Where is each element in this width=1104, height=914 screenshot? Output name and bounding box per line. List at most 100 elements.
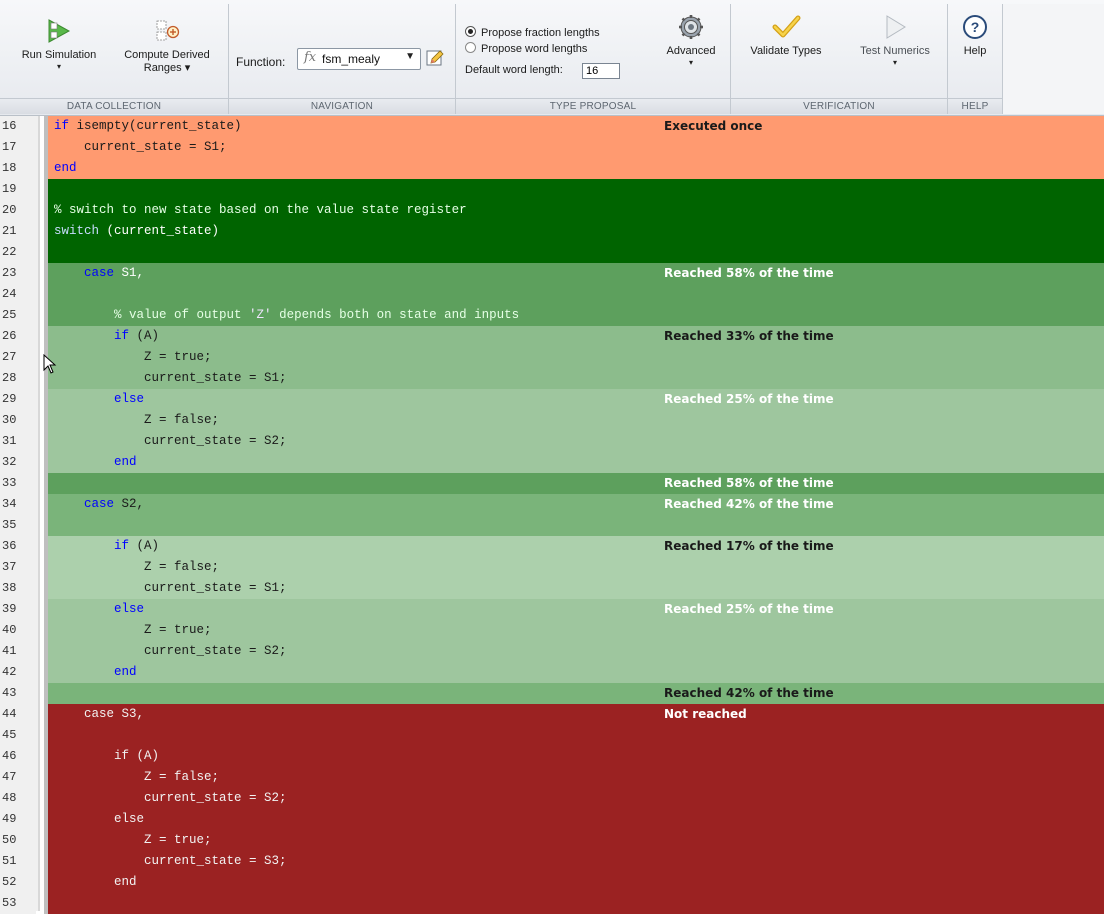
code-token: end bbox=[54, 161, 77, 175]
code-text: end bbox=[48, 872, 1104, 893]
function-select[interactable]: fx fsm_mealy ▼ bbox=[297, 48, 421, 70]
line-number: 42 bbox=[0, 662, 36, 683]
code-text: current_state = S3; bbox=[48, 851, 1104, 872]
code-line[interactable]: 31 current_state = S2; bbox=[0, 431, 1104, 452]
code-token: end bbox=[114, 875, 137, 889]
validate-types-button[interactable]: Validate Types bbox=[740, 14, 832, 58]
code-line[interactable]: 52 end bbox=[0, 872, 1104, 893]
test-numerics-button[interactable]: Test Numerics ▾ bbox=[847, 14, 943, 67]
code-text: end bbox=[48, 452, 1104, 473]
code-line[interactable]: 19 bbox=[0, 179, 1104, 200]
code-line[interactable]: 24 bbox=[0, 284, 1104, 305]
advanced-button[interactable]: Advanced ▾ bbox=[655, 14, 727, 67]
code-line[interactable]: 36 if (A) Reached 17% of the time bbox=[0, 536, 1104, 557]
code-line[interactable]: 29 else Reached 25% of the time bbox=[0, 389, 1104, 410]
line-number: 29 bbox=[0, 389, 36, 410]
radio-propose-word[interactable]: Propose word lengths bbox=[465, 42, 587, 55]
code-token: else bbox=[114, 392, 145, 406]
code-editor[interactable]: 16 if isempty(current_state) Executed once… bbox=[0, 116, 1104, 914]
code-line[interactable]: 22 bbox=[0, 242, 1104, 263]
coverage-annotation: Reached 25% of the time bbox=[664, 602, 834, 616]
code-line[interactable]: 34 case S2, Reached 42% of the time bbox=[0, 494, 1104, 515]
code-line[interactable]: 46 if (A) bbox=[0, 746, 1104, 767]
help-button[interactable]: ? Help bbox=[952, 14, 998, 58]
code-line[interactable]: 51 current_state = S3; bbox=[0, 851, 1104, 872]
code-line[interactable]: 30 Z = false; bbox=[0, 410, 1104, 431]
code-line[interactable]: 26 if (A) Reached 33% of the time bbox=[0, 326, 1104, 347]
code-line[interactable]: 49 else bbox=[0, 809, 1104, 830]
code-token: (A) bbox=[136, 539, 160, 553]
code-line[interactable]: 20 % switch to new state based on the val… bbox=[0, 200, 1104, 221]
code-text: % value of output 'Z' depends both on st… bbox=[48, 305, 1104, 326]
compute-derived-ranges-button[interactable]: Compute Derived Ranges ▾ bbox=[110, 18, 224, 75]
code-token: Z = true; bbox=[144, 833, 212, 847]
code-line[interactable]: 32 end bbox=[0, 452, 1104, 473]
code-text: % switch to new state based on the value… bbox=[48, 200, 1104, 221]
line-number: 28 bbox=[0, 368, 36, 389]
section-label-help: HELP bbox=[948, 98, 1002, 114]
code-line[interactable]: 41 current_state = S2; bbox=[0, 641, 1104, 662]
radio-word-indicator[interactable] bbox=[465, 42, 476, 53]
code-line[interactable]: 39 else Reached 25% of the time bbox=[0, 599, 1104, 620]
code-line[interactable]: 50 Z = true; bbox=[0, 830, 1104, 851]
code-line[interactable]: 42 end bbox=[0, 662, 1104, 683]
code-line[interactable]: 28 current_state = S1; bbox=[0, 368, 1104, 389]
line-number: 20 bbox=[0, 200, 36, 221]
code-text: current_state = S2; bbox=[48, 788, 1104, 809]
code-line[interactable]: 35 bbox=[0, 515, 1104, 536]
code-token: S1, bbox=[121, 266, 145, 280]
code-token: case S3, bbox=[84, 707, 145, 721]
code-text bbox=[48, 284, 1104, 305]
code-line[interactable]: 27 Z = true; bbox=[0, 347, 1104, 368]
section-label-data-collection: DATA COLLECTION bbox=[0, 98, 228, 114]
line-number: 45 bbox=[0, 725, 36, 746]
code-line[interactable]: 38 current_state = S1; bbox=[0, 578, 1104, 599]
help-icon: ? bbox=[963, 15, 987, 39]
radio-fraction-indicator[interactable] bbox=[465, 26, 476, 37]
code-token: current_state = S2; bbox=[144, 644, 287, 658]
code-text: end bbox=[48, 158, 1104, 179]
run-simulation-caret[interactable]: ▾ bbox=[16, 62, 102, 71]
coverage-annotation: Reached 25% of the time bbox=[664, 392, 834, 406]
code-line[interactable]: 17 current_state = S1; bbox=[0, 137, 1104, 158]
code-line[interactable]: 40 Z = true; bbox=[0, 620, 1104, 641]
toolstrip-empty-area bbox=[1003, 4, 1104, 114]
play-icon bbox=[886, 15, 906, 39]
function-value: fsm_mealy bbox=[322, 52, 381, 66]
code-token: current_state = S3; bbox=[144, 854, 287, 868]
code-line[interactable]: 43 Reached 42% of the time bbox=[0, 683, 1104, 704]
code-line[interactable]: 25 % value of output 'Z' depends both on… bbox=[0, 305, 1104, 326]
edit-function-icon[interactable] bbox=[425, 48, 445, 68]
code-line[interactable]: 23 case S1, Reached 58% of the time bbox=[0, 263, 1104, 284]
code-token: current_state = S1; bbox=[144, 371, 287, 385]
line-number: 19 bbox=[0, 179, 36, 200]
line-number: 25 bbox=[0, 305, 36, 326]
code-line[interactable]: 48 current_state = S2; bbox=[0, 788, 1104, 809]
code-text: Z = false; bbox=[48, 767, 1104, 788]
code-token: depends both on state and inputs bbox=[271, 308, 520, 322]
code-text: else bbox=[48, 599, 1104, 620]
advanced-label: Advanced bbox=[666, 45, 716, 57]
code-line[interactable]: 18 end bbox=[0, 158, 1104, 179]
line-number: 22 bbox=[0, 242, 36, 263]
code-line[interactable]: 21 switch (current_state) bbox=[0, 221, 1104, 242]
code-token: Z = false; bbox=[144, 413, 220, 427]
line-number: 37 bbox=[0, 557, 36, 578]
advanced-caret[interactable]: ▾ bbox=[655, 58, 727, 67]
radio-propose-fraction[interactable]: Propose fraction lengths bbox=[465, 26, 600, 39]
coverage-annotation: Not reached bbox=[664, 707, 747, 721]
code-line[interactable]: 44 case S3, Not reached bbox=[0, 704, 1104, 725]
code-line[interactable]: 47 Z = false; bbox=[0, 767, 1104, 788]
run-simulation-button[interactable]: Run Simulation ▾ bbox=[16, 18, 102, 71]
line-number: 33 bbox=[0, 473, 36, 494]
line-number: 16 bbox=[0, 116, 36, 137]
code-line[interactable]: 33 Reached 58% of the time bbox=[0, 473, 1104, 494]
code-token: Z = false; bbox=[144, 770, 220, 784]
coverage-annotation: Reached 33% of the time bbox=[664, 329, 834, 343]
code-line[interactable]: 37 Z = false; bbox=[0, 557, 1104, 578]
code-line[interactable]: 16 if isempty(current_state) Executed once bbox=[0, 116, 1104, 137]
default-word-length-input[interactable] bbox=[582, 63, 620, 79]
test-numerics-caret[interactable]: ▾ bbox=[847, 58, 943, 67]
code-line[interactable]: 45 bbox=[0, 725, 1104, 746]
line-number: 43 bbox=[0, 683, 36, 704]
